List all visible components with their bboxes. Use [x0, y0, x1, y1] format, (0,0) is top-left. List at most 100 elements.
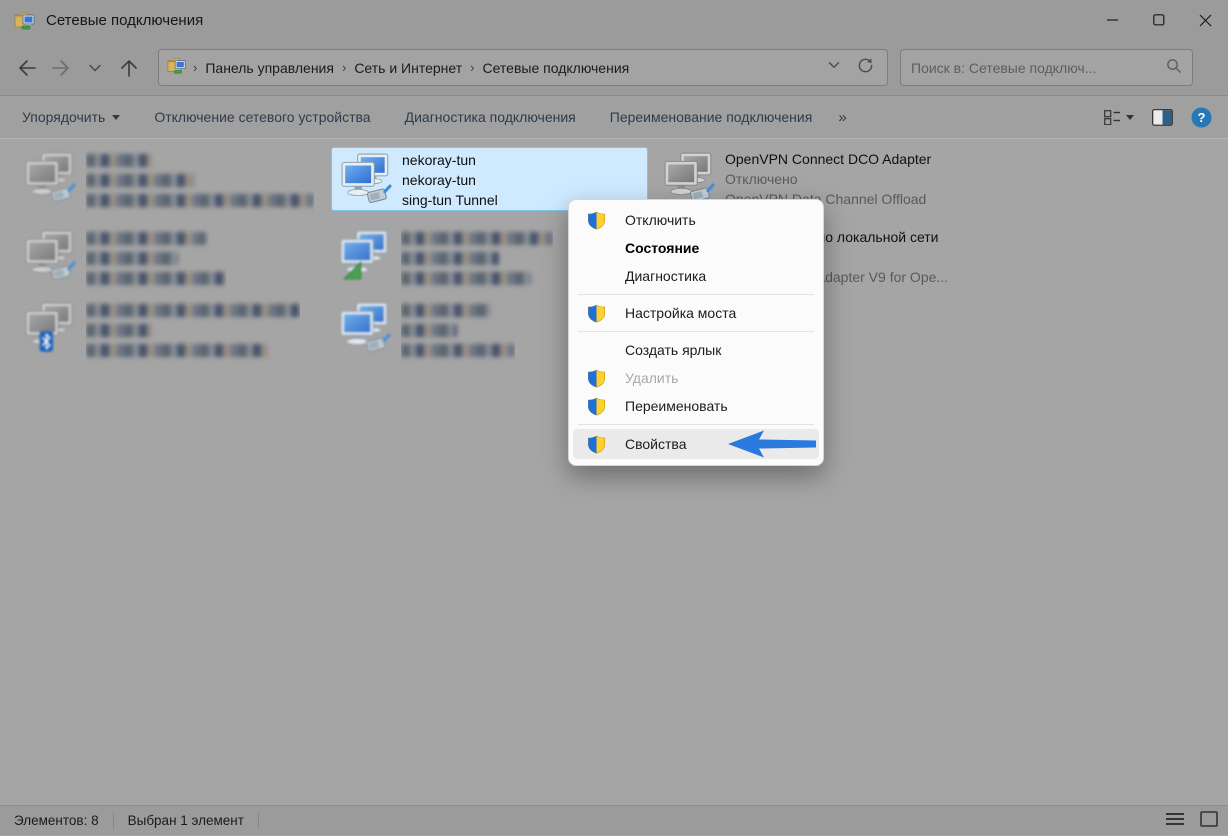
menu-item-label: Удалить	[625, 370, 678, 386]
breadcrumb-item-0[interactable]: Панель управления	[199, 56, 340, 80]
network-item-text	[86, 147, 314, 214]
item-status: nekoray-tun	[402, 170, 498, 190]
item-name: OpenVPN Connect DCO Adapter	[725, 149, 931, 169]
breadcrumb: ›Панель управления›Сеть и Интернет›Сетев…	[191, 56, 826, 80]
redacted-text-line	[86, 232, 206, 245]
menu-separator	[578, 424, 814, 425]
forward-button[interactable]	[44, 51, 78, 85]
menu-item-label: Отключить	[625, 212, 696, 228]
breadcrumb-separator-icon: ›	[468, 60, 476, 75]
view-details-icon	[1104, 110, 1121, 125]
menu-icon-spacer	[587, 238, 609, 258]
breadcrumb-item-1[interactable]: Сеть и Интернет	[348, 56, 468, 80]
icons-view-toggle[interactable]	[1200, 811, 1218, 830]
redacted-text-line	[86, 272, 226, 285]
view-dropdown-chevron-icon	[1126, 115, 1134, 120]
annotation-arrow	[726, 429, 818, 464]
network-item-text	[86, 225, 226, 292]
toolbar-button-0[interactable]: Упорядочить	[10, 103, 132, 131]
menu-item-7: Удалить	[573, 364, 819, 392]
network-item[interactable]	[16, 147, 316, 211]
help-button[interactable]: ?	[1187, 103, 1216, 132]
redacted-text-line	[401, 304, 491, 317]
up-button[interactable]	[112, 51, 146, 85]
menu-item-0[interactable]: Отключить	[573, 206, 819, 234]
titlebar: Сетевые подключения	[0, 0, 1228, 40]
toolbar-button-label: Диагностика подключения	[405, 109, 576, 125]
redacted-text-line	[401, 232, 553, 245]
uac-shield-icon	[587, 210, 609, 230]
toolbar-button-3[interactable]: Переименование подключения	[598, 103, 825, 131]
toolbar-button-2[interactable]: Диагностика подключения	[393, 103, 588, 131]
maximize-button[interactable]	[1136, 0, 1182, 40]
item-status: Отключено	[725, 169, 931, 189]
redacted-text-line	[86, 324, 152, 337]
network-item-text	[86, 297, 300, 364]
help-icon: ?	[1191, 107, 1212, 128]
navigation-bar: ›Панель управления›Сеть и Интернет›Сетев…	[0, 40, 1228, 96]
window-title: Сетевые подключения	[46, 12, 203, 29]
network-item-text	[401, 297, 515, 364]
menu-item-6[interactable]: Создать ярлык	[573, 336, 819, 364]
toolbar-overflow-chevron[interactable]: »	[838, 109, 846, 126]
menu-item-label: Переименовать	[625, 398, 728, 414]
redacted-text-line	[86, 194, 314, 207]
svg-text:?: ?	[1198, 110, 1206, 125]
redacted-text-line	[401, 324, 457, 337]
change-view-button[interactable]	[1100, 106, 1138, 129]
close-button[interactable]	[1182, 0, 1228, 40]
address-folder-icon	[167, 55, 187, 80]
network-adapter-icon	[24, 301, 78, 355]
redacted-text-line	[401, 252, 499, 265]
menu-item-1[interactable]: Состояние	[573, 234, 819, 262]
address-dropdown-chevron-icon[interactable]	[826, 57, 842, 78]
network-item[interactable]	[16, 297, 316, 361]
uac-shield-icon	[587, 303, 609, 323]
minimize-button[interactable]	[1090, 0, 1136, 40]
network-adapter-icon	[339, 229, 393, 283]
status-bar: Элементов: 8 Выбран 1 элемент	[0, 805, 1228, 835]
menu-separator	[578, 331, 814, 332]
details-view-toggle[interactable]	[1166, 812, 1184, 829]
refresh-icon[interactable]	[856, 56, 875, 80]
network-adapter-icon	[24, 229, 78, 283]
menu-item-2[interactable]: Диагностика	[573, 262, 819, 290]
redacted-text-line	[401, 272, 531, 285]
explorer-window: Сетевые подключения	[0, 0, 1228, 836]
toolbar-button-label: Переименование подключения	[610, 109, 813, 125]
search-box[interactable]	[900, 49, 1193, 86]
menu-icon-spacer	[587, 340, 609, 360]
menu-item-label: Создать ярлык	[625, 342, 721, 358]
menu-item-4[interactable]: Настройка моста	[573, 299, 819, 327]
redacted-text-line	[86, 344, 268, 357]
redacted-text-line	[86, 252, 178, 265]
item-name: nekoray-tun	[402, 150, 498, 170]
preview-pane-button[interactable]	[1148, 105, 1177, 130]
network-item[interactable]	[16, 225, 316, 289]
item-device: sing-tun Tunnel	[402, 190, 498, 210]
items-count: Элементов: 8	[0, 813, 113, 828]
command-bar: Упорядочить Отключение сетевого устройств…	[0, 96, 1228, 139]
search-input[interactable]	[911, 60, 1165, 76]
redacted-text-line	[86, 174, 194, 187]
menu-item-8[interactable]: Переименовать	[573, 392, 819, 420]
network-item-text: nekoray-tunnekoray-tunsing-tun Tunnel	[402, 148, 498, 210]
uac-shield-icon	[587, 434, 609, 454]
items-view: Отключить Состояние Диагностика Настройка …	[0, 139, 1228, 805]
address-bar[interactable]: ›Панель управления›Сеть и Интернет›Сетев…	[158, 49, 888, 86]
toolbar-button-1[interactable]: Отключение сетевого устройства	[142, 103, 382, 131]
menu-item-label: Свойства	[625, 436, 686, 452]
preview-pane-icon	[1152, 109, 1173, 126]
menu-separator	[578, 294, 814, 295]
redacted-text-line	[86, 304, 300, 317]
search-icon[interactable]	[1165, 57, 1182, 79]
network-adapter-icon	[663, 151, 717, 205]
back-button[interactable]	[10, 51, 44, 85]
menu-item-label: Диагностика	[625, 268, 706, 284]
breadcrumb-item-2[interactable]: Сетевые подключения	[476, 56, 635, 80]
dropdown-chevron-icon	[112, 115, 120, 120]
uac-shield-icon	[587, 368, 609, 388]
network-adapter-icon	[339, 301, 393, 355]
uac-shield-icon	[587, 396, 609, 416]
recent-locations-chevron-icon[interactable]	[78, 51, 112, 85]
